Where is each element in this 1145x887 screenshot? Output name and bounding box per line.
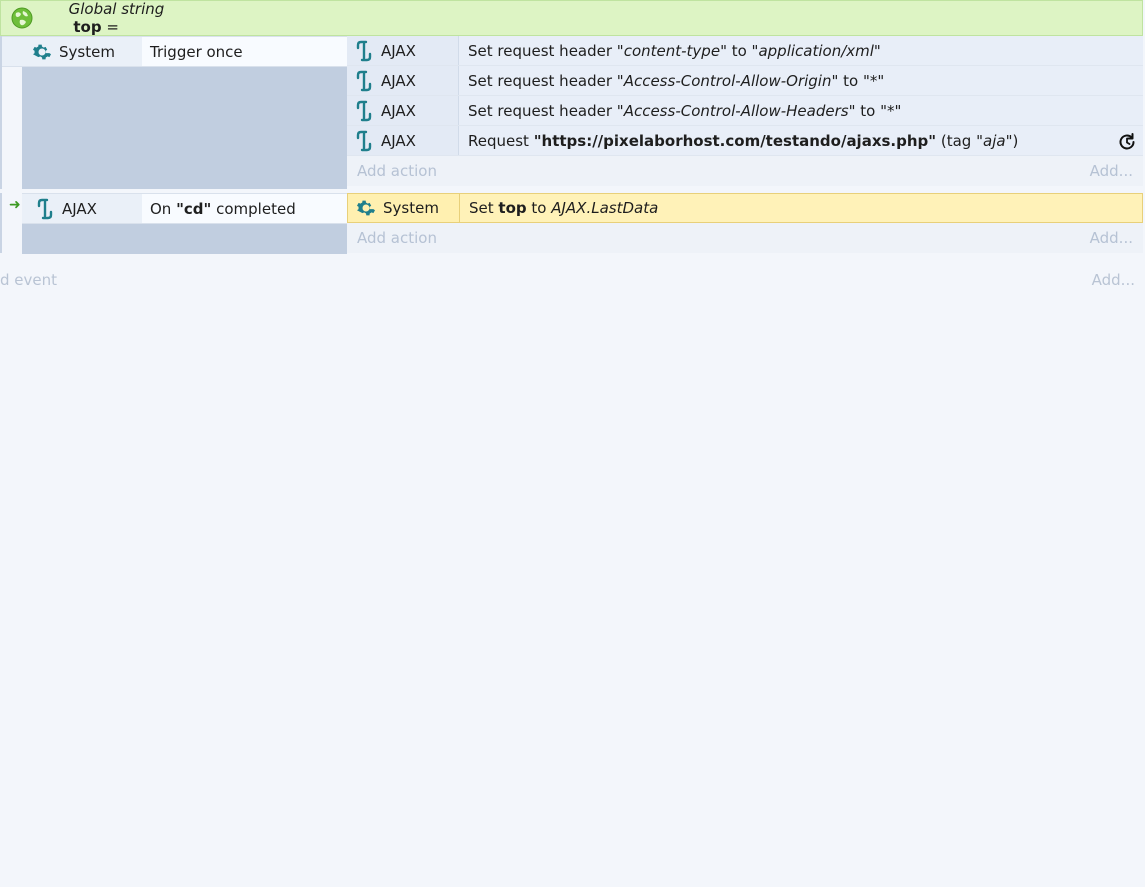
global-variable-equals: = (101, 18, 119, 36)
event1-actions: AJAX Set request header " content-type " t… (347, 36, 1143, 186)
action-text: Set request header " content-type " to " ap… (459, 36, 1143, 65)
add-event-link[interactable]: d event (0, 271, 57, 289)
event1-condition[interactable]: System Trigger once (2, 36, 347, 67)
ajax-icon (37, 198, 53, 219)
event2-condition-area[interactable] (22, 224, 347, 254)
action-text: Set top to AJAX.LastData (460, 194, 1142, 222)
add-action-link[interactable]: Add action (357, 162, 437, 180)
event-sheet: Global string top = System Trigger once … (0, 0, 1145, 887)
ajax-icon (356, 130, 372, 151)
event2-margin[interactable]: ➜ (0, 193, 22, 253)
add-action-row[interactable]: Add action Add... (347, 156, 1143, 186)
action-text: Set request header " Access-Control-Allow… (459, 96, 1143, 125)
gear-icon (357, 200, 375, 216)
event2-condition-object: AJAX (62, 199, 97, 218)
add-link[interactable]: Add... (1092, 271, 1135, 289)
add-action-row[interactable]: Add action Add... (347, 223, 1143, 253)
action-row[interactable]: AJAX Set request header " content-type " t… (347, 36, 1143, 66)
action-object: AJAX (381, 71, 416, 90)
add-action-link[interactable]: Add action (357, 229, 437, 247)
add-link[interactable]: Add... (1090, 162, 1133, 180)
gear-icon (33, 44, 51, 59)
trigger-arrow-icon: ➜ (9, 197, 21, 213)
event2-condition[interactable]: AJAX On "cd" completed (22, 193, 347, 224)
globe-icon (11, 7, 33, 29)
event1-condition-text: Trigger once (150, 42, 243, 61)
event1-condition-object: System (59, 42, 115, 61)
action-row-selected[interactable]: System Set top to AJAX.LastData (347, 193, 1143, 223)
add-event-row[interactable]: d event Add... (0, 267, 1143, 293)
action-row[interactable]: AJAX Request "https://pixelaborhost.com/… (347, 126, 1143, 156)
action-object: System (383, 199, 439, 217)
event1-condition-area[interactable] (22, 66, 347, 189)
action-row[interactable]: AJAX Set request header " Access-Control-… (347, 66, 1143, 96)
add-link[interactable]: Add... (1090, 229, 1133, 247)
action-text: Request "https://pixelaborhost.com/testa… (459, 126, 1143, 155)
ajax-icon (356, 70, 372, 91)
ajax-icon (356, 40, 372, 61)
ajax-icon (356, 100, 372, 121)
global-variable-name: top (73, 18, 102, 36)
async-refresh-icon (1119, 133, 1135, 150)
action-row[interactable]: AJAX Set request header " Access-Control-… (347, 96, 1143, 126)
action-object: AJAX (381, 131, 416, 150)
action-object: AJAX (381, 41, 416, 60)
global-variable-row[interactable]: Global string top = (0, 0, 1143, 36)
event2-actions: System Set top to AJAX.LastData Add acti… (347, 193, 1143, 253)
global-variable-type: Global string (68, 0, 165, 18)
action-object: AJAX (381, 101, 416, 120)
action-text: Set request header " Access-Control-Allow… (459, 66, 1143, 95)
event2-condition-text: On "cd" completed (142, 194, 347, 223)
